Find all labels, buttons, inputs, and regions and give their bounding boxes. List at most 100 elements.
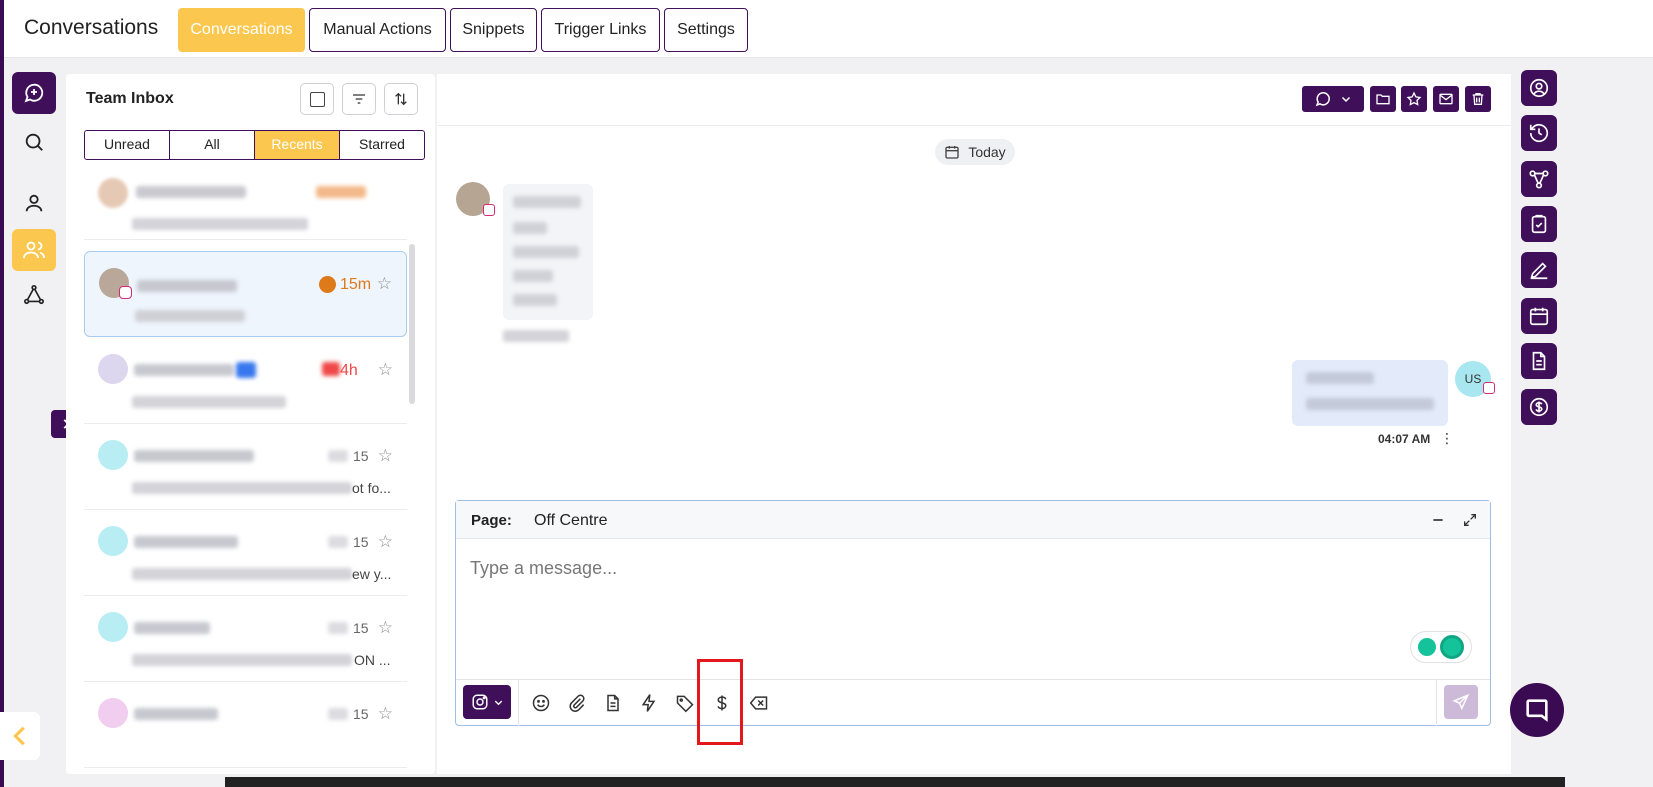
avatar [98, 354, 128, 384]
tag-button[interactable] [673, 691, 697, 715]
conversation-time: 15m [340, 276, 372, 293]
calendar-icon [945, 146, 959, 159]
incoming-message-time [503, 330, 569, 342]
filter-unread[interactable]: Unread [85, 131, 170, 159]
new-conversation-button[interactable] [12, 72, 56, 114]
emoji-button[interactable] [529, 691, 553, 715]
lightning-icon [641, 694, 656, 712]
documents-button[interactable] [1521, 343, 1557, 379]
tasks-button[interactable] [1521, 206, 1557, 242]
conversation-item[interactable] [84, 170, 407, 240]
conversation-preview-tail: ew y... [352, 566, 392, 582]
conversation-item[interactable]: 15 ☆ [84, 682, 407, 768]
list-scrollbar[interactable] [409, 244, 415, 404]
incoming-message-bubble [503, 184, 593, 320]
mark-unread-button[interactable] [1433, 86, 1459, 112]
template-button[interactable] [601, 691, 625, 715]
back-button[interactable] [0, 712, 40, 760]
conversation-item[interactable]: 15 ☆ ot fo... [84, 424, 407, 510]
tab-snippets[interactable]: Snippets [450, 8, 537, 52]
trash-icon [1472, 93, 1484, 105]
right-tools-rail [1513, 58, 1565, 787]
conversation-item-selected[interactable]: 15m ☆ [84, 251, 407, 337]
page-value: Off Centre [534, 512, 608, 529]
tab-manual-actions[interactable]: Manual Actions [309, 8, 446, 52]
grammarly-logo-icon [1440, 635, 1464, 659]
star-icon[interactable]: ☆ [378, 532, 393, 552]
chevron-down-icon [494, 700, 502, 705]
tab-conversations[interactable]: Conversations [178, 8, 305, 52]
contact-profile-button[interactable] [1521, 70, 1557, 106]
star-conversation-button[interactable] [1401, 86, 1427, 112]
clear-button[interactable] [747, 691, 771, 715]
star-icon[interactable]: ☆ [378, 360, 393, 380]
flows-nav-button[interactable] [12, 274, 56, 316]
star-icon[interactable]: ☆ [378, 704, 393, 724]
folder-icon [1376, 94, 1390, 105]
filter-starred[interactable]: Starred [340, 131, 424, 159]
move-to-folder-button[interactable] [1370, 86, 1396, 112]
filter-all[interactable]: All [170, 131, 255, 159]
avatar [98, 698, 128, 728]
select-all-checkbox[interactable] [300, 83, 334, 115]
star-icon[interactable]: ☆ [377, 274, 392, 294]
conversation-item[interactable]: 15 ☆ ew y... [84, 510, 407, 596]
status-dropdown-button[interactable] [1302, 86, 1364, 112]
sort-arrows-icon [395, 92, 407, 106]
instagram-icon [472, 694, 487, 710]
tab-settings[interactable]: Settings [664, 8, 748, 52]
pen-icon [1530, 262, 1548, 280]
share-nodes-icon [1529, 170, 1549, 189]
quick-action-button[interactable] [637, 691, 661, 715]
annotation-highlight-box [697, 659, 743, 745]
conversation-item[interactable]: 15 ☆ ON ... [84, 596, 407, 682]
channel-selector-button[interactable] [463, 685, 511, 719]
minimize-icon[interactable] [1430, 512, 1446, 528]
contacts-nav-button[interactable] [12, 182, 56, 224]
support-chat-launcher[interactable] [1510, 683, 1564, 737]
outgoing-message-time: 04:07 AM [1378, 432, 1431, 446]
conversation-item[interactable]: 4h ☆ [84, 338, 407, 424]
calendar-button[interactable] [1521, 298, 1557, 334]
sort-button[interactable] [384, 83, 418, 115]
user-circle-icon [1529, 78, 1549, 98]
conversation-time: 15 [353, 706, 369, 722]
checkbox-square-icon [309, 91, 325, 107]
file-text-icon [1532, 351, 1546, 371]
grammarly-suggest-icon [1418, 638, 1436, 656]
page-label: Page: [471, 512, 512, 529]
star-icon[interactable]: ☆ [378, 618, 393, 638]
workflow-button[interactable] [1521, 161, 1557, 197]
conversation-time: 15 [353, 534, 369, 550]
payments-button[interactable] [1521, 389, 1557, 425]
filter-button[interactable] [342, 83, 376, 115]
inbox-filter-tabs: Unread All Recents Starred [84, 130, 425, 160]
conversation-time: 15 [353, 620, 369, 636]
conversation-preview-tail: ot fo... [352, 480, 391, 496]
bottom-strip [225, 777, 1565, 787]
grammarly-widget[interactable] [1410, 631, 1472, 663]
notes-button[interactable] [1521, 252, 1557, 288]
search-nav-button[interactable] [12, 121, 56, 163]
star-icon[interactable]: ☆ [378, 446, 393, 466]
app-title: Conversations [24, 16, 159, 39]
team-inbox-nav-button[interactable] [12, 229, 56, 271]
backspace-icon [749, 696, 768, 710]
chat-bubble-icon [1315, 92, 1330, 107]
send-divider [1436, 680, 1437, 726]
date-divider: Today [935, 139, 1015, 165]
message-input[interactable] [470, 553, 1470, 583]
attach-button[interactable] [565, 691, 589, 715]
message-more-icon[interactable]: ⋮ [1440, 430, 1454, 447]
expand-icon[interactable] [1462, 512, 1478, 528]
chevron-down-icon [1341, 96, 1351, 103]
users-icon [23, 241, 45, 259]
filter-recents[interactable]: Recents [255, 131, 340, 159]
tab-trigger-links[interactable]: Trigger Links [541, 8, 660, 52]
chat-panel: Today US 04:07 AM ⋮ Page: Off Centre [437, 74, 1511, 774]
history-button[interactable] [1521, 115, 1557, 151]
send-button[interactable] [1444, 685, 1478, 719]
delete-conversation-button[interactable] [1465, 86, 1491, 112]
triangle-nodes-icon [24, 285, 44, 305]
clipboard-check-icon [1531, 214, 1547, 234]
